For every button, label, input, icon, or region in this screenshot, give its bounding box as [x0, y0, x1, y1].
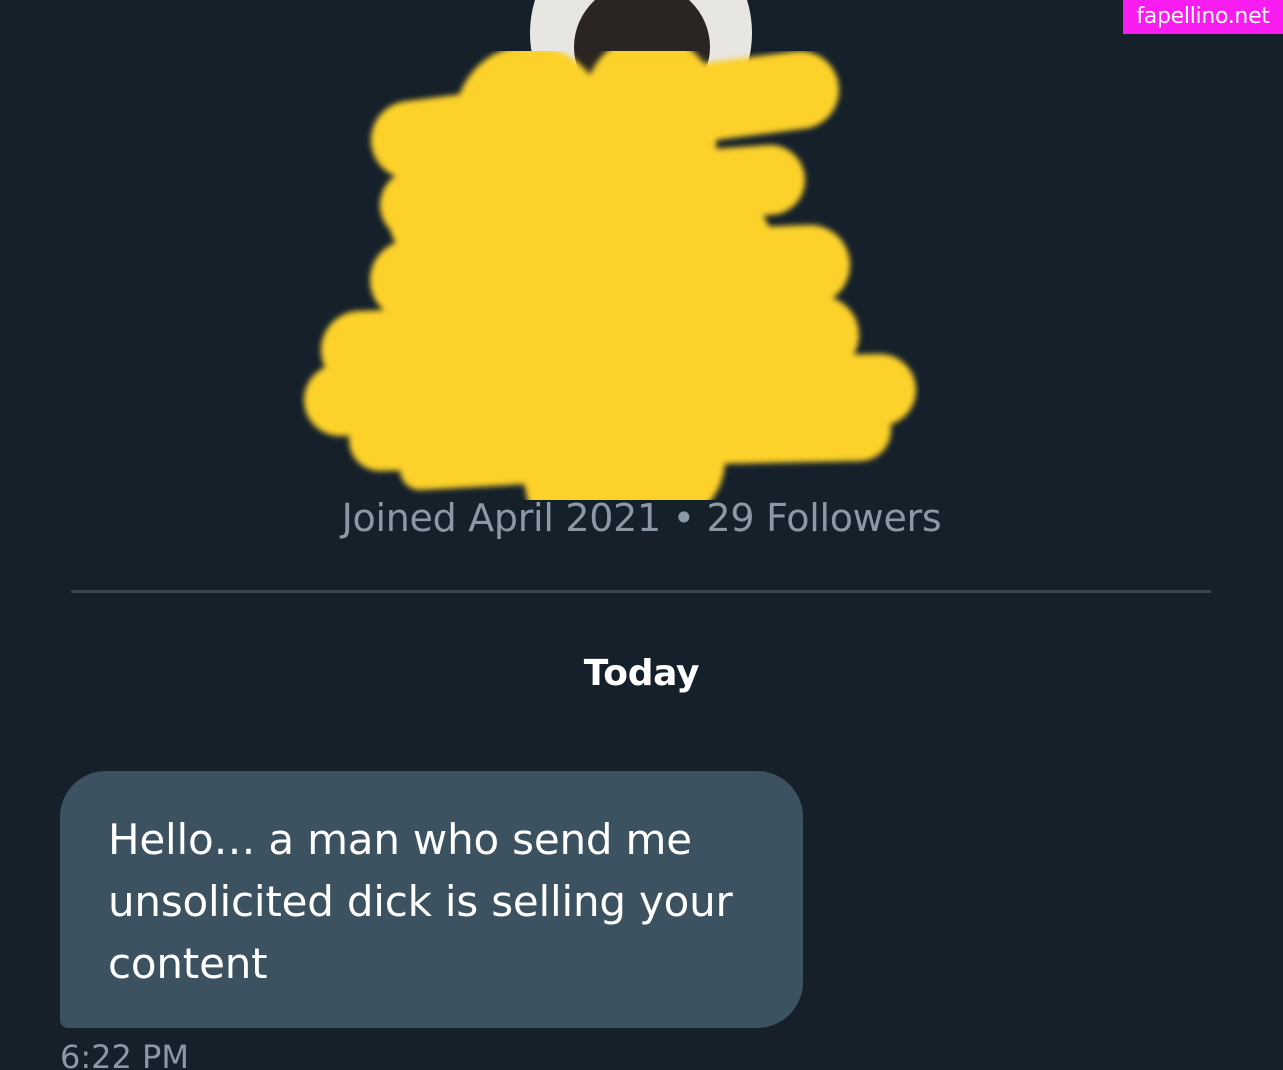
date-separator: Today [583, 653, 700, 694]
message-bubble[interactable]: Hello… a man who send me unsolicited dic… [60, 771, 803, 1028]
dm-conversation-screen: fapellino.net Joined April 2021 • 29 Fol… [0, 0, 1283, 1070]
profile-join-followers: Joined April 2021 • 29 Followers [341, 496, 942, 540]
divider [71, 590, 1211, 593]
redaction-scribble-icon [304, 35, 916, 500]
watermark: fapellino.net [1123, 0, 1283, 34]
message-timestamp: 6:22 PM [60, 1038, 189, 1070]
